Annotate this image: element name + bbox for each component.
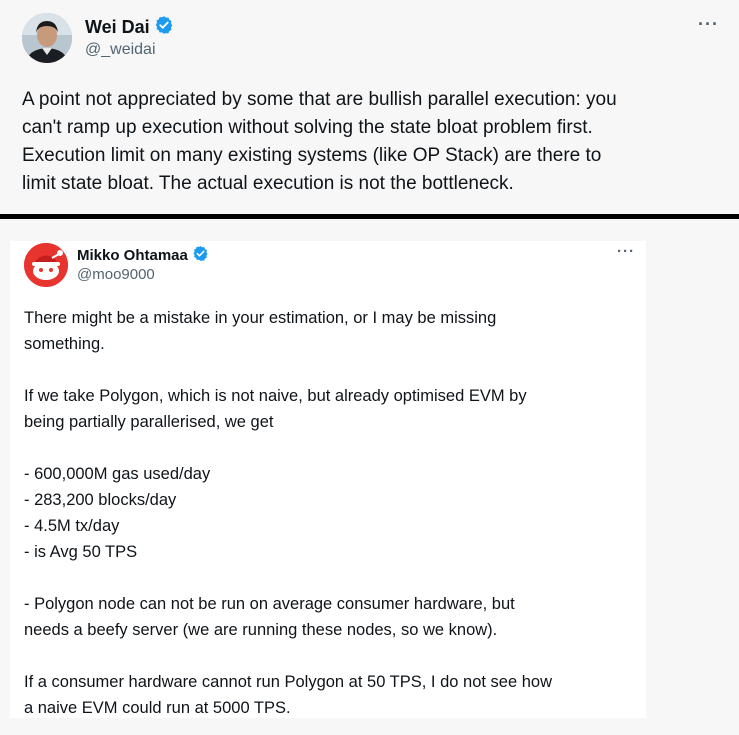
verified-badge-icon bbox=[154, 15, 174, 40]
author-name[interactable]: Wei Dai bbox=[85, 17, 150, 38]
avatar-photo-icon bbox=[22, 13, 72, 63]
avatar[interactable] bbox=[22, 13, 72, 63]
tweet-text: A point not appreciated by some that are… bbox=[22, 89, 617, 194]
more-options-icon[interactable]: ··· bbox=[698, 14, 719, 35]
more-options-icon[interactable]: ··· bbox=[617, 243, 635, 260]
tweet-card-wei-dai: Wei Dai @_weidai ··· A point not appreci… bbox=[0, 0, 739, 214]
tweet-card-mikko-ohtamaa: Mikko Ohtamaa @moo9000 ··· There might b… bbox=[10, 241, 646, 718]
reddit-alien-avatar-icon bbox=[24, 243, 68, 287]
author-name[interactable]: Mikko Ohtamaa bbox=[77, 247, 188, 264]
tweet-text: There might be a mistake in your estimat… bbox=[24, 309, 553, 717]
author-row: Wei Dai bbox=[85, 15, 174, 40]
avatar[interactable] bbox=[24, 243, 68, 287]
author-handle[interactable]: @moo9000 bbox=[77, 266, 155, 283]
author-handle[interactable]: @_weidai bbox=[85, 41, 156, 59]
verified-badge-icon bbox=[192, 245, 209, 266]
author-row: Mikko Ohtamaa bbox=[77, 245, 209, 266]
